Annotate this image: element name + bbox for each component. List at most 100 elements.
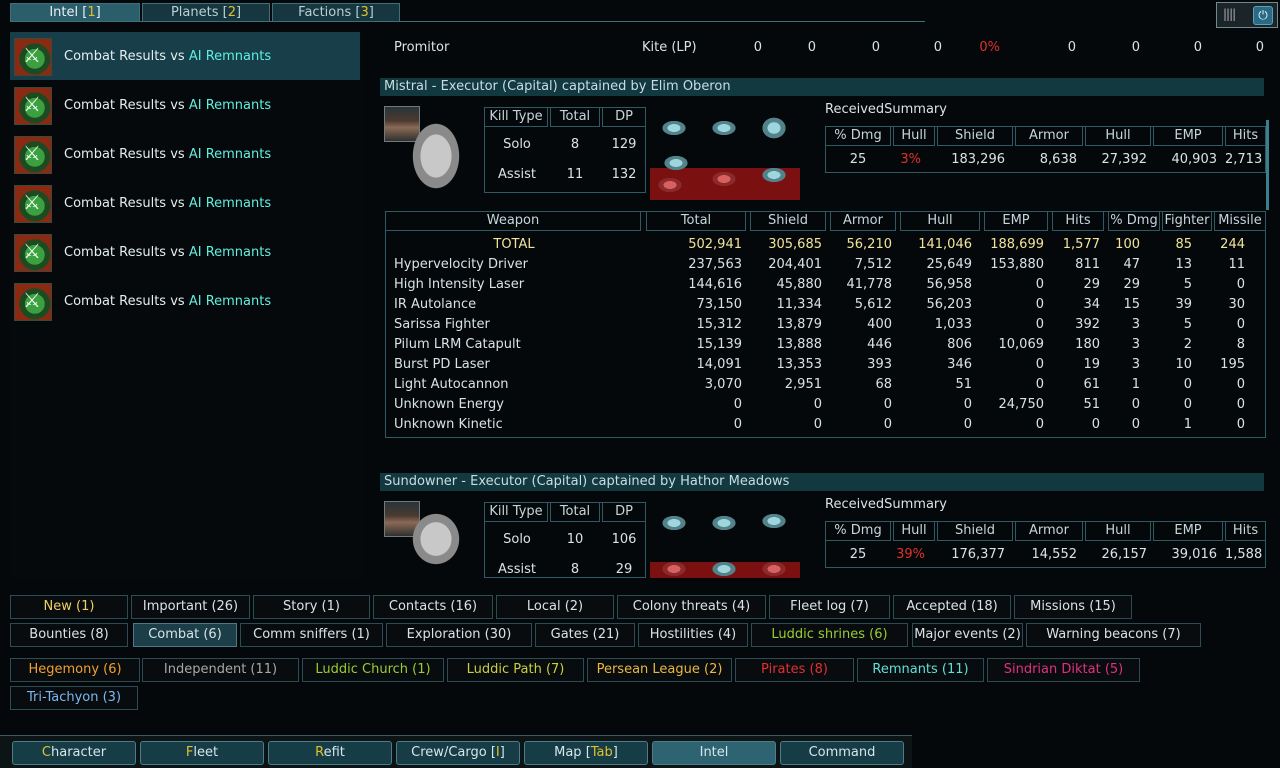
stat-value: 0	[933, 40, 942, 55]
bottom-tab[interactable]: Crew/Cargo [I]	[396, 741, 520, 765]
filter-button[interactable]: Tri-Tachyon (3)	[10, 686, 138, 710]
weapon-stat: 56,210	[846, 237, 893, 252]
power-icon[interactable]: ⏻	[1253, 6, 1273, 25]
tab-label-end: ]	[95, 5, 101, 20]
filter-button[interactable]: Warning beacons (7)	[1026, 623, 1201, 647]
filter-button[interactable]: Major events (2)	[912, 623, 1023, 647]
tab-label-end: haracter	[50, 745, 107, 760]
bottom-tab[interactable]: Map [Tab]	[524, 741, 648, 765]
filter-button[interactable]: Comm sniffers (1)	[240, 623, 383, 647]
filter-button[interactable]: Local (2)	[496, 595, 614, 619]
weapon-stat: 0	[883, 417, 892, 432]
weapon-name: IR Autolance	[394, 297, 477, 312]
stat-value: 0	[807, 40, 816, 55]
tab-intel[interactable]: Intel [1]	[10, 3, 140, 22]
received-value: 14,552	[1031, 547, 1078, 562]
intel-item[interactable]: ⚔ Combat Results vs AI Remnants	[10, 179, 360, 227]
bottom-tab[interactable]: Command	[780, 741, 904, 765]
tab-hotkey: C	[41, 745, 51, 760]
hull-pct: 0%	[979, 40, 1000, 55]
tab-label-end: leet	[193, 745, 219, 760]
intel-item[interactable]: ⚔ Combat Results vs AI Remnants	[10, 32, 360, 80]
weapon-stat: 393	[867, 357, 892, 372]
stat-value: 0	[1193, 40, 1202, 55]
received-header: EMP	[1153, 126, 1223, 146]
filter-button[interactable]: Colony threats (4)	[617, 595, 766, 619]
received-value: 183,296	[951, 152, 1005, 167]
intel-item[interactable]: ⚔ Combat Results vs AI Remnants	[10, 277, 360, 325]
intel-item[interactable]: ⚔ Combat Results vs AI Remnants	[10, 228, 360, 276]
killed-ship-icon	[756, 510, 792, 532]
combat-results-icon: ⚔	[14, 38, 52, 76]
filter-button[interactable]: Remnants (11)	[857, 658, 984, 682]
detail-scrollbar[interactable]	[1266, 120, 1269, 210]
weapon-header: Total	[646, 211, 746, 231]
filter-button[interactable]: Sindrian Diktat (5)	[987, 658, 1140, 682]
filter-button[interactable]: Missions (15)	[1014, 595, 1132, 619]
weapon-stat: 204,401	[768, 257, 822, 272]
filter-button[interactable]: Contacts (16)	[373, 595, 493, 619]
filter-button[interactable]: Luddic Path (7)	[447, 658, 584, 682]
bottom-tab[interactable]: Refit	[268, 741, 392, 765]
weapon-stat: 2,951	[784, 377, 822, 392]
killed-ship-icon	[706, 558, 742, 580]
filter-button[interactable]: Independent (11)	[142, 658, 299, 682]
intel-item[interactable]: ⚔ Combat Results vs AI Remnants	[10, 81, 360, 129]
weapon-stat: 305,685	[768, 237, 822, 252]
kill-dp-header: DP	[602, 107, 646, 127]
faction-name: AI Remnants	[188, 294, 272, 309]
kill-type-header: Kill Type	[484, 502, 548, 522]
received-header: Shield	[937, 126, 1013, 146]
filter-button[interactable]: Story (1)	[253, 595, 370, 619]
menu-bars-icon[interactable]: ||||	[1223, 7, 1236, 21]
filter-button[interactable]: Gates (21)	[535, 623, 635, 647]
received-header: Armor	[1015, 521, 1083, 541]
weapon-name: Burst PD Laser	[394, 357, 490, 372]
tab-hotkey: 3	[360, 5, 369, 20]
weapon-stat: 0	[813, 397, 822, 412]
bottom-tab[interactable]: Character	[12, 741, 136, 765]
filter-button[interactable]: Luddic Church (1)	[302, 658, 444, 682]
weapon-name: Pilum LRM Catapult	[394, 337, 521, 352]
weapon-stat: 8	[1236, 337, 1245, 352]
filter-button[interactable]: Pirates (8)	[735, 658, 854, 682]
kill-total-header: Total	[550, 502, 600, 522]
filter-button[interactable]: Fleet log (7)	[769, 595, 890, 619]
weapon-stat: 0	[963, 397, 972, 412]
filter-button[interactable]: Luddic shrines (6)	[751, 623, 908, 647]
tab-label: Factions [	[298, 5, 361, 20]
tab-planets[interactable]: Planets [2]	[142, 3, 270, 22]
weapon-stat: 51	[955, 377, 972, 392]
ship-hull: Kite (LP)	[642, 40, 697, 55]
filter-button[interactable]: Accepted (18)	[893, 595, 1011, 619]
received-hull-pct: 39%	[896, 547, 925, 562]
filter-button[interactable]: Hostilities (4)	[638, 623, 748, 647]
filter-button[interactable]: Hegemony (6)	[10, 658, 140, 682]
received-value: 2,713	[1225, 152, 1263, 167]
faction-name: AI Remnants	[188, 245, 272, 260]
weapon-name: Unknown Kinetic	[394, 417, 503, 432]
weapon-stat: 0	[733, 417, 742, 432]
filter-button[interactable]: New (1)	[10, 595, 128, 619]
weapon-stat: 346	[947, 357, 972, 372]
label-prefix: Combat Results vs	[64, 196, 189, 211]
received-header: EMP	[1153, 521, 1223, 541]
bottom-tab[interactable]: Intel	[652, 741, 776, 765]
intel-item[interactable]: ⚔ Combat Results vs AI Remnants	[10, 130, 360, 178]
filter-button[interactable]: Important (26)	[131, 595, 250, 619]
tab-factions[interactable]: Factions [3]	[272, 3, 400, 22]
weapon-total-label: TOTAL	[493, 237, 535, 252]
filter-button[interactable]: Bounties (8)	[10, 623, 128, 647]
stat-value: 0	[753, 40, 762, 55]
weapon-stat: 30	[1228, 297, 1245, 312]
intel-item-label: Combat Results vs AI Remnants	[64, 294, 271, 309]
filter-button[interactable]: Exploration (30)	[386, 623, 532, 647]
bottom-tab[interactable]: Fleet	[140, 741, 264, 765]
filter-button[interactable]: Persean League (2)	[587, 658, 732, 682]
received-header: Hits	[1225, 126, 1266, 146]
filter-button[interactable]: Combat (6)	[133, 623, 237, 647]
combat-results-icon: ⚔	[14, 234, 52, 272]
tab-hotkey: R	[315, 745, 324, 760]
intel-list: ⚔ Combat Results vs AI Remnants ⚔ Combat…	[10, 30, 362, 578]
killed-ship-icon	[658, 152, 694, 174]
